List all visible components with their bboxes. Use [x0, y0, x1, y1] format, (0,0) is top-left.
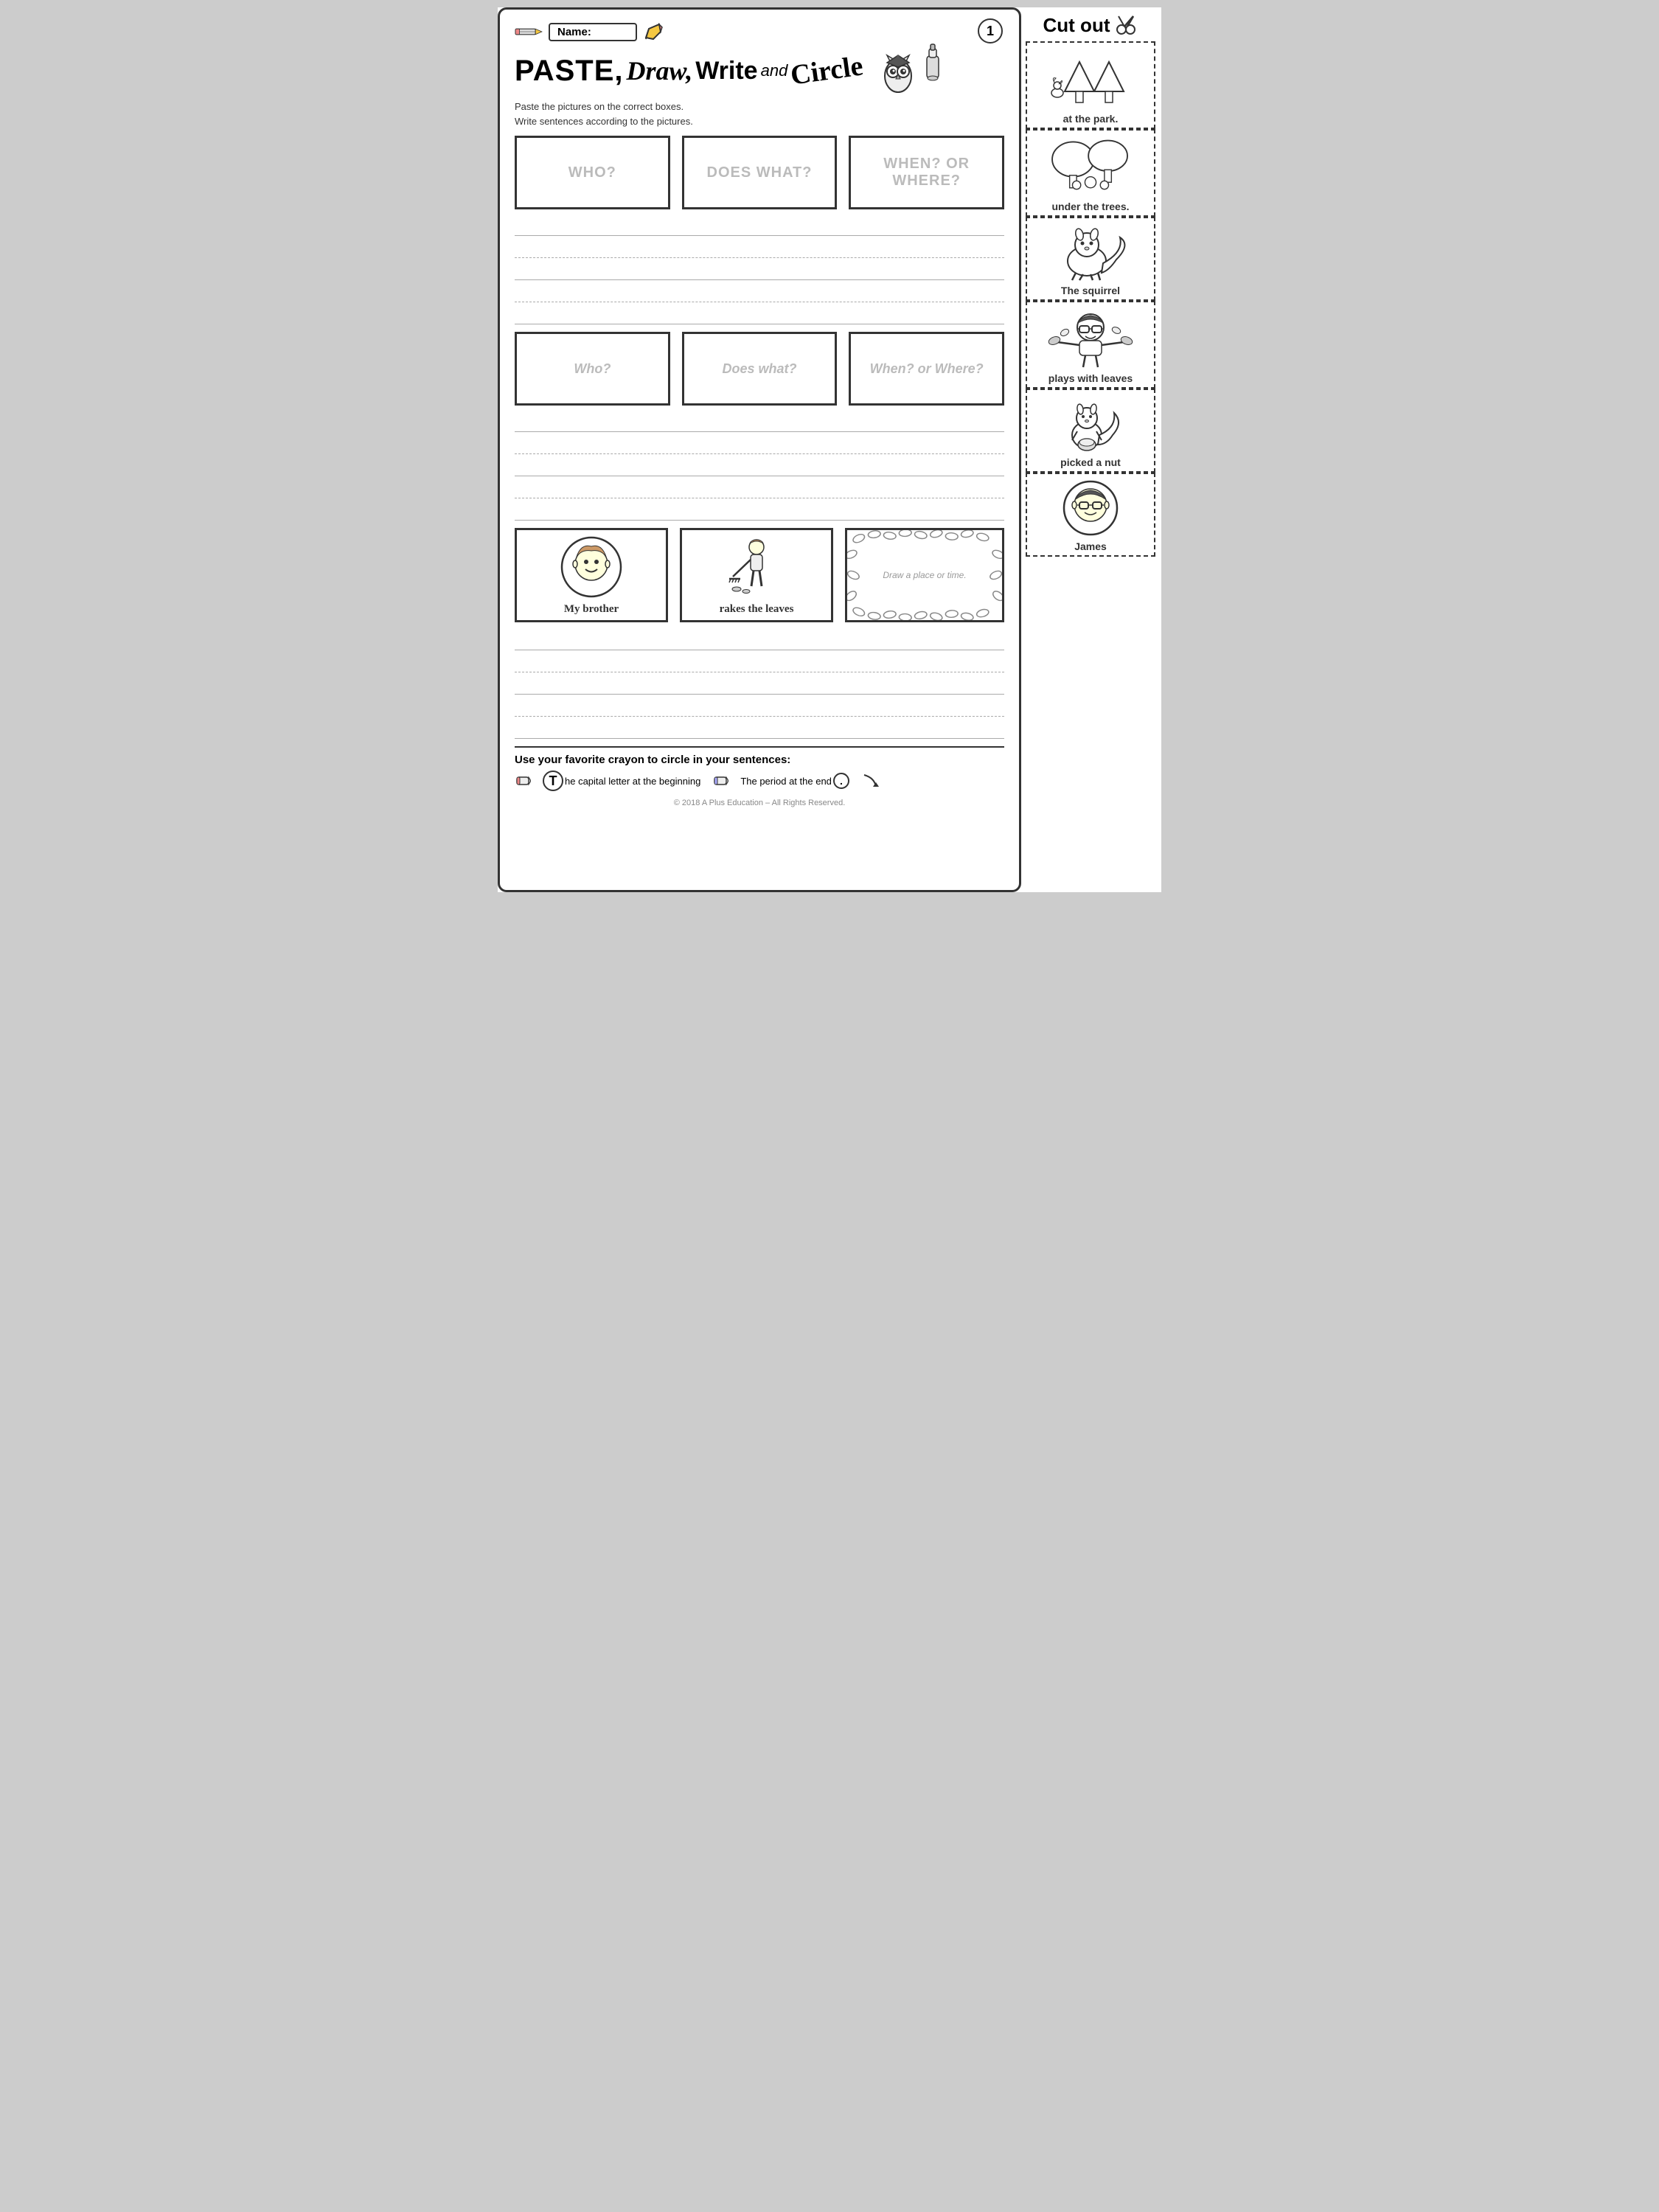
instructions: Paste the pictures on the correct boxes.…	[515, 100, 1004, 128]
cutout-item-squirrel2: picked a nut	[1026, 389, 1155, 473]
box-when-2: When? or Where?	[849, 332, 1004, 406]
boy-leaves-image	[1043, 307, 1138, 369]
box-does-2: Does what?	[682, 332, 838, 406]
boxes-row-2: Who? Does what? When? or Where?	[515, 332, 1004, 406]
cutout-label-james: James	[1074, 540, 1107, 552]
cutout-item-james: James	[1026, 473, 1155, 557]
draw-place-box[interactable]: Draw a place or time.	[845, 528, 1004, 622]
rakes-leaves-image	[726, 536, 788, 599]
squirrel-image	[1043, 223, 1138, 282]
bottom-instruction: Use your favorite crayon to circle in yo…	[515, 746, 1004, 791]
main-worksheet: Name: 1 PASTE, Draw, Write and Circle	[498, 7, 1021, 892]
name-field[interactable]: Name:	[549, 23, 637, 41]
title-write: Write	[695, 57, 757, 86]
owl-icon	[872, 45, 924, 97]
rakes-leaves-label: rakes the leaves	[720, 603, 794, 616]
my-brother-image	[560, 536, 623, 599]
cutout-title: Cut out	[1043, 13, 1138, 37]
cutout-label-boy-leaves: plays with leaves	[1048, 372, 1133, 384]
pencil-right-icon	[643, 21, 664, 42]
james-image	[1046, 479, 1135, 538]
cutout-item-boy-leaves: plays with leaves	[1026, 301, 1155, 389]
picture-boxes-row: My brother	[515, 528, 1004, 622]
crayon-right-icon	[712, 773, 728, 789]
circle-period: .	[833, 773, 849, 789]
title-row: PASTE, Draw, Write and Circle	[515, 45, 1004, 97]
writing-lines-3	[515, 628, 1004, 739]
cutout-item-trees: under the trees.	[1026, 129, 1155, 217]
circle-items: T he capital letter at the beginning The…	[515, 771, 1004, 791]
trees-image	[1035, 135, 1146, 198]
arrow-icon	[861, 772, 879, 790]
scissors-icon	[1114, 13, 1138, 37]
section3: My brother	[515, 528, 1004, 739]
draw-prompt-text: Draw a place or time.	[883, 570, 966, 580]
box-when-1: WHEN? OR WHERE?	[849, 136, 1004, 209]
period-item: The period at the end .	[740, 773, 849, 789]
title-draw: Draw,	[627, 55, 693, 86]
circle-T-item: T he capital letter at the beginning	[543, 771, 700, 791]
title-circle: Circle	[789, 49, 866, 91]
name-header: Name:	[515, 21, 1004, 42]
park-image	[1035, 47, 1146, 110]
rakes-leaves-box: rakes the leaves	[680, 528, 833, 622]
period-text: The period at the end	[740, 776, 832, 787]
title-paste: PASTE,	[515, 55, 624, 88]
box-who-1: WHO?	[515, 136, 670, 209]
box-does-1: DOES WHAT?	[682, 136, 838, 209]
squirrel2-image	[1046, 394, 1135, 453]
cutout-label-squirrel2: picked a nut	[1060, 456, 1121, 468]
bottom-instruction-title: Use your favorite crayon to circle in yo…	[515, 754, 1004, 766]
glue-icon	[919, 41, 946, 86]
cutout-item-park: at the park.	[1026, 41, 1155, 129]
cutout-item-squirrel: The squirrel	[1026, 217, 1155, 301]
crayon-left-icon	[515, 773, 531, 789]
capital-letter-text: he capital letter at the beginning	[565, 776, 700, 787]
cutout-label-park: at the park.	[1063, 113, 1119, 125]
copyright: © 2018 A Plus Education – All Rights Res…	[515, 799, 1004, 807]
my-brother-box: My brother	[515, 528, 668, 622]
my-brother-label: My brother	[564, 603, 619, 616]
circle-T: T	[543, 771, 563, 791]
cutout-label-trees: under the trees.	[1051, 201, 1129, 212]
writing-lines-2	[515, 410, 1004, 521]
cutout-label-squirrel: The squirrel	[1061, 285, 1120, 296]
box-who-2: Who?	[515, 332, 670, 406]
boxes-row-1: WHO? DOES WHAT? WHEN? OR WHERE?	[515, 136, 1004, 209]
title-and: and	[761, 61, 788, 80]
cutout-panel: Cut out	[1021, 7, 1161, 892]
section2: Who? Does what? When? or Where?	[515, 332, 1004, 521]
writing-lines-1	[515, 214, 1004, 324]
section1: WHO? DOES WHAT? WHEN? OR WHERE?	[515, 136, 1004, 324]
pencil-left-icon	[515, 24, 543, 40]
page-number: 1	[978, 18, 1003, 44]
